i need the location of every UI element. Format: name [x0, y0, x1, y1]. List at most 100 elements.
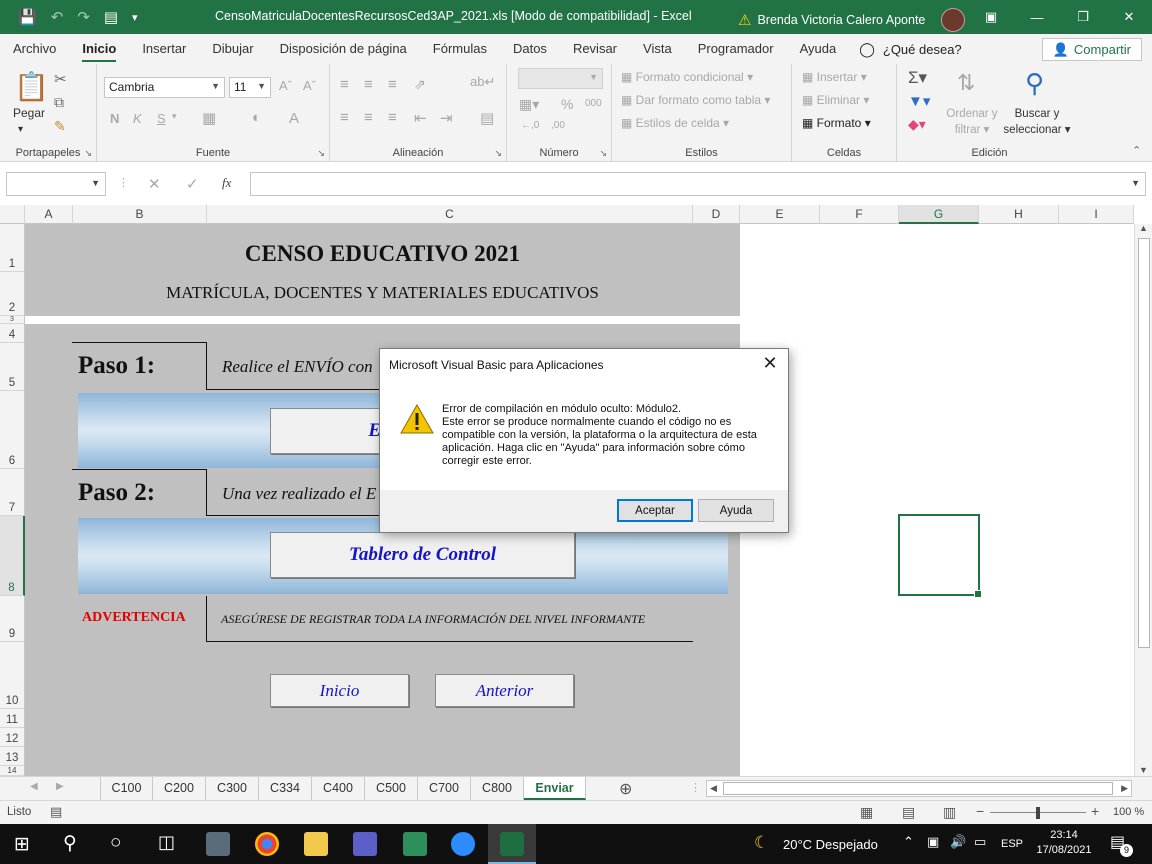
- sheet-tab-c400[interactable]: C400: [312, 777, 365, 800]
- sheet-tab-c300[interactable]: C300: [206, 777, 259, 800]
- borders-icon[interactable]: ▦: [202, 109, 216, 127]
- network-icon[interactable]: ▣: [927, 834, 939, 850]
- add-sheet-icon[interactable]: ⊕: [619, 779, 632, 799]
- format-painter-icon[interactable]: ✎: [54, 118, 66, 135]
- row-header-13[interactable]: 13: [0, 747, 25, 766]
- tab-insertar[interactable]: Insertar: [129, 34, 199, 64]
- sheet-tab-c334[interactable]: C334: [259, 777, 312, 800]
- share-button[interactable]: 👤 Compartir: [1041, 38, 1142, 61]
- thousands-icon[interactable]: 000: [585, 98, 602, 109]
- app-icon[interactable]: [403, 832, 427, 856]
- zoom-out-icon[interactable]: −: [976, 803, 984, 819]
- format-cells-button[interactable]: ▦ Formato ▾: [802, 116, 871, 130]
- find-select-button[interactable]: Buscar y seleccionar ▾: [1001, 106, 1073, 138]
- row-header-6[interactable]: 6: [0, 391, 25, 469]
- formula-input[interactable]: ▼: [250, 172, 1146, 196]
- grow-font-icon[interactable]: Aˆ: [279, 78, 292, 93]
- collapse-ribbon-icon[interactable]: ⌃: [1132, 144, 1141, 157]
- macro-record-icon[interactable]: ▤: [50, 804, 62, 820]
- align-left-icon[interactable]: ≡: [340, 109, 349, 126]
- cortana-icon[interactable]: ○: [110, 832, 121, 854]
- clock[interactable]: 23:14 17/08/2021: [1034, 828, 1094, 858]
- sheet-tab-c100[interactable]: C100: [101, 777, 153, 800]
- page-layout-icon[interactable]: ▤: [902, 804, 915, 821]
- underline-dropdown-icon[interactable]: ▾: [172, 111, 177, 122]
- select-all-corner[interactable]: [0, 205, 25, 224]
- paste-label[interactable]: Pegar: [13, 106, 45, 120]
- column-header-i[interactable]: I: [1059, 205, 1134, 224]
- row-header-1[interactable]: 1: [0, 224, 25, 272]
- horizontal-scrollbar[interactable]: ◀ ▶: [706, 780, 1132, 797]
- sheet-tab-c700[interactable]: C700: [418, 777, 471, 800]
- row-header-2[interactable]: 2: [0, 272, 25, 316]
- font-color-icon[interactable]: A: [289, 110, 299, 127]
- row-header-14[interactable]: 14: [0, 766, 25, 776]
- chevron-up-icon[interactable]: ⌃: [903, 834, 914, 850]
- restore-icon[interactable]: ❐: [1060, 0, 1106, 34]
- align-top-icon[interactable]: ≡: [340, 76, 349, 93]
- tab-inicio[interactable]: Inicio: [69, 34, 129, 64]
- prev-sheet-icon[interactable]: ◀: [30, 781, 38, 792]
- name-box[interactable]: ▼: [6, 172, 106, 196]
- cancel-icon[interactable]: ✕: [148, 175, 161, 193]
- row-header-5[interactable]: 5: [0, 343, 25, 391]
- sort-filter-icon[interactable]: ⇅: [957, 70, 975, 96]
- scroll-right-icon[interactable]: ▶: [1121, 783, 1128, 794]
- input-language[interactable]: ESP: [1001, 824, 1023, 864]
- scroll-down-icon[interactable]: ▼: [1139, 765, 1148, 775]
- row-header-8[interactable]: 8: [0, 516, 25, 596]
- column-header-b[interactable]: B: [73, 205, 207, 224]
- scroll-left-icon[interactable]: ◀: [710, 783, 717, 794]
- windows-start-icon[interactable]: ⊞: [14, 833, 30, 856]
- row-header-3[interactable]: 3: [0, 316, 25, 324]
- font-name-select[interactable]: Cambria ▼: [104, 77, 225, 98]
- excel-taskbar-item[interactable]: [488, 824, 536, 864]
- launcher-icon[interactable]: ↘: [494, 148, 502, 159]
- weather[interactable]: 20°C Despejado: [783, 824, 878, 864]
- vertical-scrollbar[interactable]: ▲ ▼: [1134, 223, 1152, 776]
- search-icon[interactable]: ⚲: [63, 832, 77, 855]
- help-button[interactable]: Ayuda: [698, 499, 774, 522]
- zoom-level[interactable]: 100 %: [1113, 806, 1144, 818]
- ribbon-display-icon[interactable]: ▣: [968, 0, 1014, 34]
- previous-button[interactable]: Anterior: [435, 674, 574, 707]
- tab-formulas[interactable]: Fórmulas: [420, 34, 500, 64]
- autosum-icon[interactable]: Σ▾: [908, 68, 927, 88]
- italic-button[interactable]: K: [133, 111, 142, 126]
- drag-handle-icon[interactable]: ⋮: [690, 781, 701, 794]
- chrome-icon[interactable]: [255, 832, 279, 856]
- drag-handle-icon[interactable]: ⋮: [118, 176, 129, 189]
- send-button[interactable]: E: [270, 408, 390, 454]
- normal-view-icon[interactable]: ▦: [860, 804, 873, 821]
- undo-icon[interactable]: ↶: [51, 8, 64, 26]
- tab-revisar[interactable]: Revisar: [560, 34, 630, 64]
- wrap-text-icon[interactable]: ab↵: [470, 74, 495, 90]
- home-button[interactable]: Inicio: [270, 674, 409, 707]
- orientation-icon[interactable]: ⇗: [414, 76, 426, 93]
- launcher-icon[interactable]: ↘: [84, 148, 92, 159]
- format-as-table-button[interactable]: ▦ Dar formato como tabla ▾: [621, 93, 770, 107]
- clear-icon[interactable]: ◆▾: [908, 116, 926, 133]
- column-header-f[interactable]: F: [820, 205, 899, 224]
- tell-me[interactable]: ◯ ¿Qué desea?: [859, 41, 961, 58]
- tab-ayuda[interactable]: Ayuda: [787, 34, 850, 64]
- row-header-10[interactable]: 10: [0, 642, 25, 709]
- display-icon[interactable]: ▭: [974, 834, 986, 850]
- paste-dropdown-icon[interactable]: ▾: [18, 124, 23, 135]
- search-icon[interactable]: ⚲: [1025, 68, 1044, 99]
- sheet-tab-c500[interactable]: C500: [365, 777, 418, 800]
- align-center-icon[interactable]: ≡: [364, 109, 373, 126]
- increase-indent-icon[interactable]: ⇥: [440, 109, 453, 127]
- align-right-icon[interactable]: ≡: [388, 109, 397, 126]
- tab-datos[interactable]: Datos: [500, 34, 560, 64]
- sheet-tab-enviar[interactable]: Enviar: [524, 777, 586, 800]
- file-explorer-icon[interactable]: [304, 832, 328, 856]
- vertical-scroll-thumb[interactable]: [1138, 238, 1150, 648]
- delete-cells-button[interactable]: ▦ Eliminar ▾: [802, 93, 869, 107]
- number-format-select[interactable]: ▼: [518, 68, 603, 89]
- fill-icon[interactable]: ▼▾: [908, 92, 930, 110]
- fill-color-icon[interactable]: ◐: [252, 109, 261, 126]
- redo-icon[interactable]: ↷: [77, 8, 90, 26]
- cell-styles-button[interactable]: ▦ Estilos de celda ▾: [621, 116, 729, 130]
- form-icon[interactable]: ▤: [104, 8, 118, 26]
